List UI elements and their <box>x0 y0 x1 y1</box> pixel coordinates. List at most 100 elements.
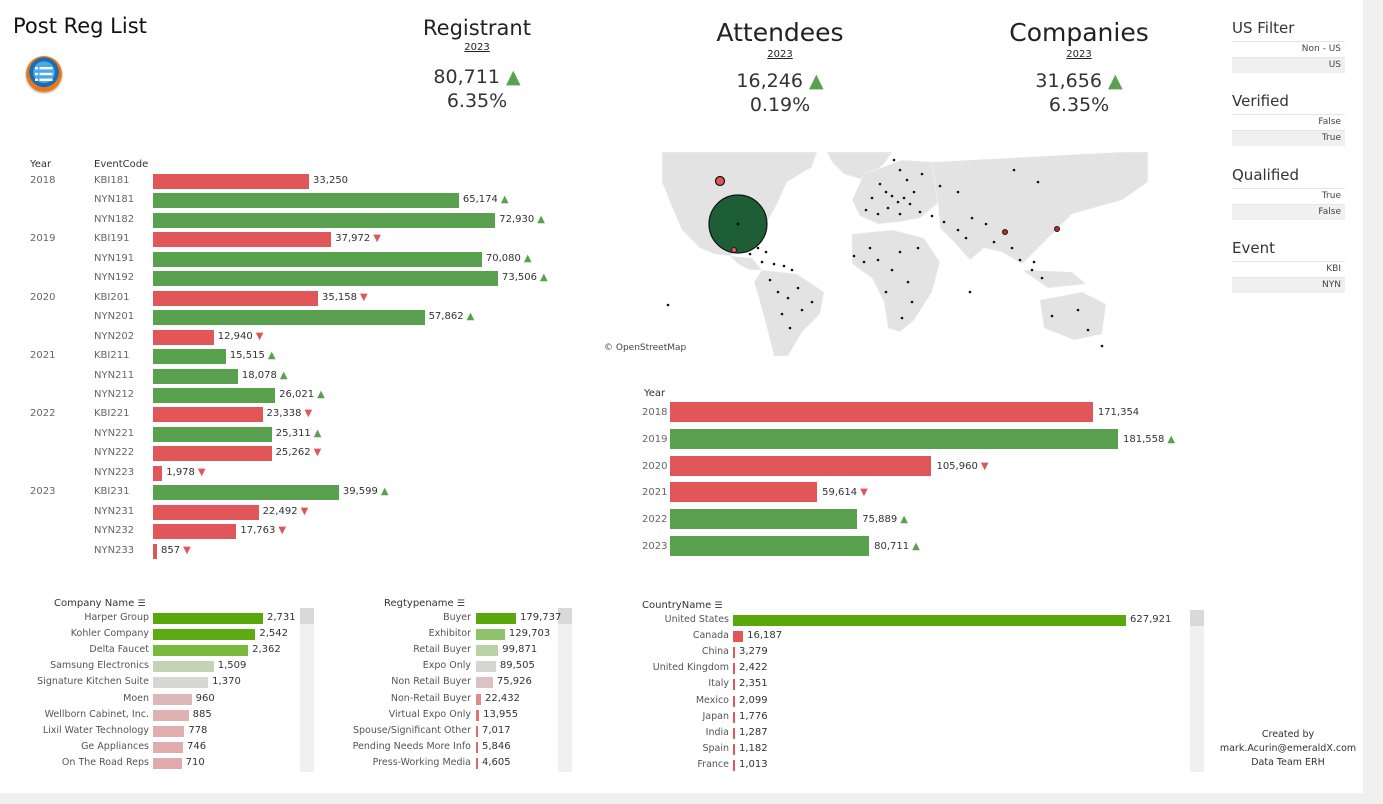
event-code-label: NYN222 <box>94 447 135 459</box>
bar[interactable] <box>733 647 736 659</box>
trend-up-icon: ▲ <box>380 486 389 498</box>
credit-line: Created by <box>1261 729 1315 740</box>
scrollbar-thumb[interactable] <box>1190 610 1204 626</box>
scrollbar[interactable] <box>300 608 314 772</box>
bar[interactable] <box>153 387 276 403</box>
bar[interactable] <box>153 613 263 624</box>
value-text: 1,978 <box>166 466 195 478</box>
year-label: 2018 <box>642 407 668 418</box>
filter-option[interactable]: NYN <box>1232 277 1345 293</box>
bar[interactable] <box>476 645 499 657</box>
filter-option[interactable]: True <box>1232 188 1345 204</box>
bar[interactable] <box>153 329 214 345</box>
bar[interactable] <box>153 693 192 705</box>
bar[interactable] <box>670 428 1118 449</box>
kpi-percent: 6.35% <box>1048 94 1110 116</box>
world-map[interactable]: © OpenStreetMap <box>602 151 1149 357</box>
value-text: 37,972 <box>335 233 371 245</box>
bar[interactable] <box>733 743 735 755</box>
bar[interactable] <box>153 271 498 287</box>
map-attribution[interactable]: © OpenStreetMap <box>604 343 686 353</box>
bar[interactable] <box>733 615 1126 626</box>
bar[interactable] <box>153 645 249 657</box>
value-text: 73,506 <box>502 272 537 284</box>
bar[interactable] <box>153 725 185 737</box>
bar[interactable] <box>153 174 310 189</box>
sort-icon[interactable]: ☰ <box>714 601 722 611</box>
bar[interactable] <box>670 536 870 556</box>
bar[interactable] <box>670 482 818 503</box>
data-label: 75,889 ▲ <box>862 514 908 525</box>
data-label: 25,262 ▼ <box>276 447 322 458</box>
bar[interactable] <box>476 677 493 689</box>
bar[interactable] <box>153 741 184 753</box>
scrollbar[interactable] <box>1190 610 1204 772</box>
bar[interactable] <box>733 679 735 691</box>
bar[interactable] <box>153 446 272 462</box>
data-label: 13,955 <box>483 708 519 720</box>
filter-option[interactable]: True <box>1232 130 1345 146</box>
data-label: 75,926 <box>496 676 532 688</box>
bar[interactable] <box>476 613 516 624</box>
bar[interactable] <box>153 426 272 442</box>
bar[interactable] <box>153 677 209 689</box>
category-label: Expo Only <box>422 660 471 672</box>
company-header: Company Name ☰ <box>54 598 146 609</box>
bar[interactable] <box>153 212 496 228</box>
event-code-label: KBI201 <box>94 291 130 303</box>
bar[interactable] <box>670 509 858 530</box>
category-label: United States <box>664 614 729 625</box>
bar[interactable] <box>153 661 214 673</box>
scrollbar-thumb[interactable] <box>300 608 314 624</box>
filter-option[interactable]: US <box>1232 57 1345 73</box>
bar[interactable] <box>476 757 478 769</box>
filter-option[interactable]: False <box>1232 204 1345 220</box>
bar[interactable] <box>153 193 459 209</box>
trend-up-icon: ▲ <box>466 311 475 323</box>
scrollbar[interactable] <box>558 608 572 772</box>
bar[interactable] <box>733 663 735 675</box>
bar[interactable] <box>153 290 318 306</box>
bar[interactable] <box>153 629 256 641</box>
bar[interactable] <box>153 504 259 520</box>
bar[interactable] <box>476 629 505 641</box>
filter-option[interactable]: Non - US <box>1232 41 1345 57</box>
bar[interactable] <box>153 543 158 559</box>
bar[interactable] <box>153 757 182 769</box>
trend-up-icon: ▲ <box>1107 70 1123 92</box>
bar[interactable] <box>476 693 481 705</box>
bar[interactable] <box>733 759 735 771</box>
bar[interactable] <box>153 310 425 326</box>
bar[interactable] <box>153 232 332 248</box>
bar[interactable] <box>153 465 163 481</box>
bar[interactable] <box>733 727 735 739</box>
bar[interactable] <box>153 524 237 540</box>
filter-option[interactable]: KBI <box>1232 261 1345 277</box>
sort-icon[interactable]: ☰ <box>137 599 145 609</box>
bar[interactable] <box>733 695 735 707</box>
bar[interactable] <box>153 349 226 365</box>
trend-down-icon: ▼ <box>255 330 264 342</box>
bar[interactable] <box>153 407 263 423</box>
company-chart: Company Name ☰ Harper Group 2,731 Kohler C… <box>20 594 320 774</box>
bar[interactable] <box>153 368 238 384</box>
sort-icon[interactable]: ☰ <box>457 599 465 609</box>
bar[interactable] <box>670 455 932 476</box>
filter-option[interactable]: False <box>1232 114 1345 130</box>
credit-block: Created by mark.Acurin@emeraldX.com Data… <box>1218 728 1358 770</box>
data-label: 171,354 <box>1098 407 1139 418</box>
bar[interactable] <box>153 485 339 501</box>
credit-email[interactable]: mark.Acurin@emeraldX.com <box>1218 742 1358 756</box>
event-code-label: NYN192 <box>94 272 135 284</box>
bar[interactable] <box>476 709 480 721</box>
bar[interactable] <box>153 251 482 267</box>
bar[interactable] <box>733 711 735 723</box>
bar[interactable] <box>670 402 1093 422</box>
menu-button[interactable] <box>26 56 62 92</box>
bar[interactable] <box>476 725 478 737</box>
bar[interactable] <box>733 631 744 643</box>
data-label: 39,599 ▲ <box>343 486 389 497</box>
bar[interactable] <box>476 661 496 673</box>
bar[interactable] <box>476 741 478 753</box>
bar[interactable] <box>153 709 189 721</box>
